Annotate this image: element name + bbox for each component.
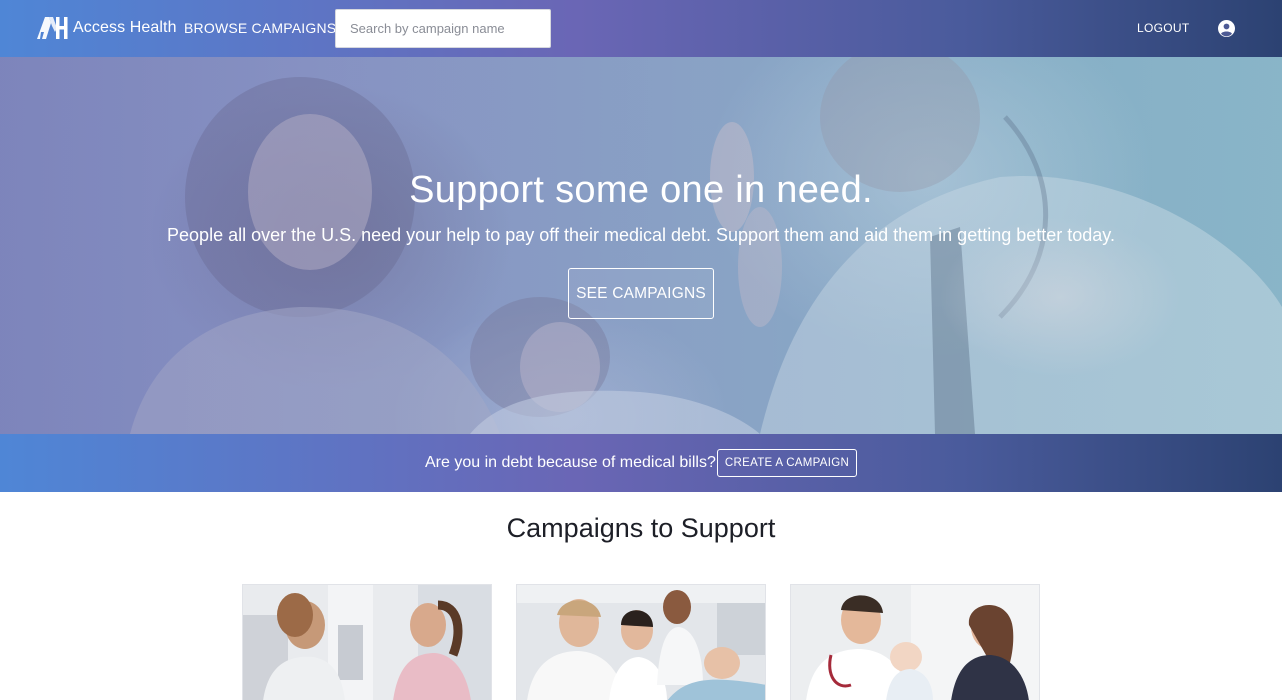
search-input[interactable]: [335, 9, 551, 48]
campaigns-section-title: Campaigns to Support: [506, 513, 776, 543]
nav-browse-campaigns[interactable]: BROWSE CAMPAIGNS: [184, 20, 336, 36]
campaign-card[interactable]: [242, 584, 492, 700]
doctor-with-baby-photo: [791, 585, 1039, 700]
brand-logo[interactable]: Access Health: [37, 16, 177, 40]
access-health-logo-icon: [37, 17, 68, 39]
create-campaign-banner: Are you in debt because of medical bills…: [0, 434, 1282, 492]
hospital-bedside-visit-photo: [517, 585, 765, 700]
top-navbar: Access Health BROWSE CAMPAIGNS LOGOUT: [0, 0, 1282, 57]
campaign-card[interactable]: [790, 584, 1040, 700]
logout-link[interactable]: LOGOUT: [1137, 21, 1189, 35]
brand-name: Access Health: [73, 19, 177, 36]
mammography-patient-photo: [243, 585, 491, 700]
campaign-card[interactable]: [516, 584, 766, 700]
hero-banner: Support some one in need. People all ove…: [0, 57, 1282, 434]
cta-question: Are you in debt because of medical bills…: [425, 454, 716, 471]
create-campaign-button[interactable]: CREATE A CAMPAIGN: [717, 449, 857, 477]
see-campaigns-button[interactable]: SEE CAMPAIGNS: [568, 268, 714, 319]
hero-title: Support some one in need.: [409, 169, 873, 211]
user-circle-icon[interactable]: [1218, 20, 1235, 37]
hero-subtitle: People all over the U.S. need your help …: [167, 225, 1115, 245]
